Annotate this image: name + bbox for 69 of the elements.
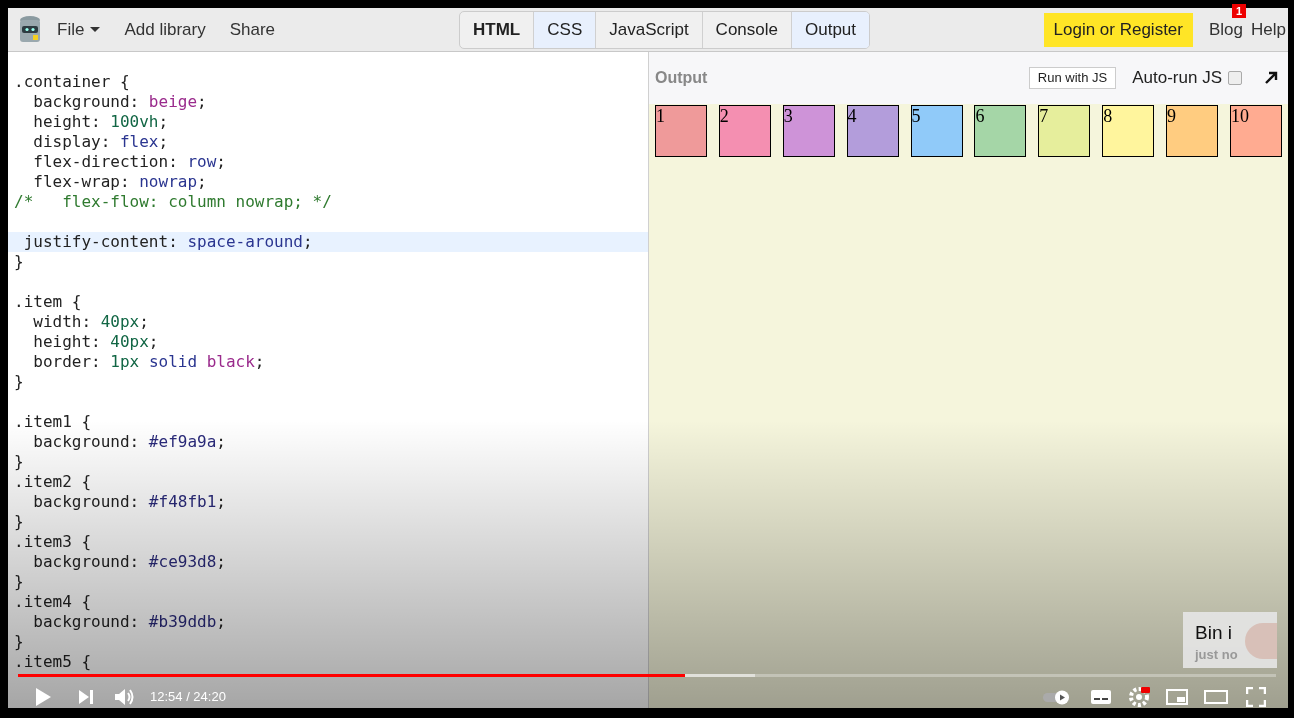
code-line: .item4 { — [14, 592, 92, 611]
code-line: width: 40px; — [32, 312, 149, 331]
code-line: } — [14, 512, 24, 531]
play-icon[interactable] — [34, 687, 52, 707]
flex-item: 5 — [910, 105, 963, 157]
code-line: .item3 { — [14, 532, 92, 551]
flex-item: 3 — [782, 105, 835, 157]
progress-track[interactable] — [18, 674, 1276, 677]
code-line: background: #ce93d8; — [32, 552, 226, 571]
video-time: 12:54 / 24:20 — [150, 688, 226, 707]
flex-item: 2 — [718, 105, 771, 157]
fullscreen-icon[interactable] — [1246, 687, 1266, 707]
notification-subtitle: just no — [1195, 647, 1238, 663]
autorun-checkbox[interactable] — [1228, 71, 1242, 85]
help-link[interactable]: Help — [1251, 16, 1286, 43]
code-line: background: beige; — [32, 92, 207, 111]
logo-icon[interactable] — [19, 14, 41, 45]
theater-mode-icon[interactable] — [1204, 687, 1228, 707]
settings-icon[interactable] — [1128, 687, 1150, 707]
notification-title: Bin i — [1195, 622, 1232, 644]
volume-icon[interactable] — [114, 687, 136, 707]
menu-button[interactable]: Add library — [124, 16, 206, 43]
output-title: Output — [655, 68, 708, 88]
code-line: .container { — [14, 72, 130, 91]
flex-item: 8 — [1102, 105, 1155, 157]
panel-tab[interactable]: Console — [701, 11, 791, 48]
autorun-label: Auto-run JS — [1132, 67, 1222, 90]
code-line: } — [14, 572, 24, 591]
code-line: } — [14, 372, 24, 391]
miniplayer-icon[interactable] — [1166, 687, 1188, 707]
code-line: flex-direction: row; — [32, 152, 226, 171]
code-line: .item5 { — [14, 652, 92, 671]
notification-badge: 1 — [1232, 3, 1247, 18]
code-line: flex-wrap: nowrap; — [32, 172, 207, 191]
next-icon[interactable] — [78, 687, 94, 707]
subtitles-icon[interactable] — [1090, 687, 1112, 707]
flex-item: 9 — [1166, 105, 1219, 157]
code-line: .item2 { — [14, 472, 92, 491]
run-button[interactable]: Run with JS — [1028, 67, 1117, 89]
panel-tab[interactable]: JavaScript — [595, 11, 702, 48]
flex-item: 4 — [846, 105, 899, 157]
avatar — [1245, 623, 1277, 659]
flex-item: 1 — [654, 105, 707, 157]
menu-button[interactable]: Share — [229, 16, 276, 43]
panel-tab[interactable]: HTML — [460, 11, 534, 48]
flex-item: 10 — [1229, 105, 1282, 157]
code-line: background: #ef9a9a; — [32, 432, 226, 451]
flex-item: 7 — [1038, 105, 1091, 157]
blog-link[interactable]: Blog — [1209, 19, 1244, 39]
popout-arrow-icon[interactable] — [1264, 71, 1278, 85]
menu-button[interactable]: File — [57, 16, 101, 43]
code-line: .item1 { — [14, 412, 92, 431]
flex-item: 6 — [974, 105, 1027, 157]
code-line: } — [14, 252, 24, 271]
code-line: justify-content: space-around; — [22, 232, 313, 251]
code-line: /* flex-flow: column nowrap; */ — [14, 192, 332, 211]
code-line: display: flex; — [32, 132, 169, 151]
code-line: } — [14, 632, 24, 651]
code-line: background: #b39ddb; — [32, 612, 226, 631]
caret-icon — [90, 27, 101, 32]
code-line: } — [14, 452, 24, 471]
login-button[interactable]: Login or Register — [1043, 12, 1193, 47]
code-line: height: 100vh; — [32, 112, 169, 131]
panel-tab[interactable]: CSS — [533, 11, 596, 48]
panel-tab[interactable]: Output — [791, 11, 870, 48]
code-line: background: #f48fb1; — [32, 492, 226, 511]
code-line: border: 1px solid black; — [32, 352, 265, 371]
code-line: .item { — [14, 292, 82, 311]
code-line: height: 40px; — [32, 332, 159, 351]
